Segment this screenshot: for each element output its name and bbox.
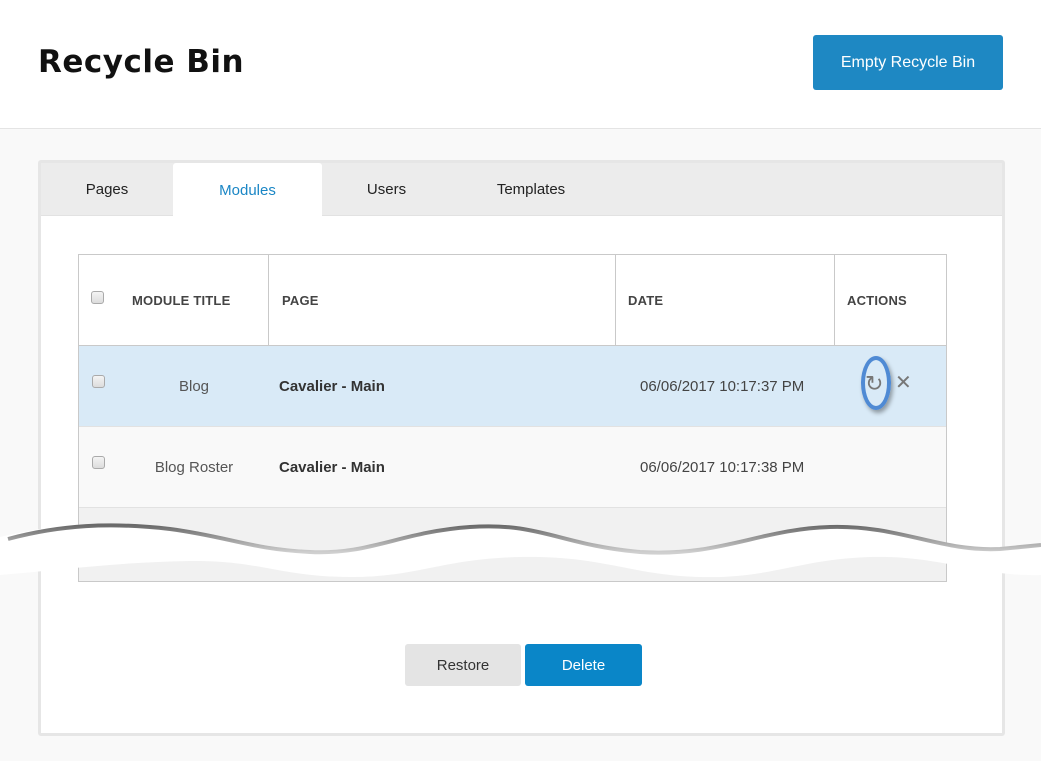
- table-truncated-area: [79, 508, 946, 581]
- select-all-checkbox[interactable]: [91, 291, 104, 304]
- restore-button[interactable]: Restore: [405, 644, 521, 686]
- page-title: Recycle Bin: [38, 44, 245, 80]
- module-date: 06/06/2017 10:17:37 PM: [640, 377, 805, 395]
- table-header: MODULE TITLE PAGE DATE ACTIONS: [79, 255, 946, 346]
- recycle-bin-panel: Pages Modules Users Templates MODULE TIT…: [38, 160, 1005, 736]
- tab-modules[interactable]: Modules: [173, 163, 322, 217]
- table-row[interactable]: Blog Cavalier - Main 06/06/2017 10:17:37…: [79, 346, 946, 427]
- modules-table: MODULE TITLE PAGE DATE ACTIONS Blog Cava…: [78, 254, 947, 582]
- module-title: Blog Roster: [154, 458, 234, 476]
- tab-bar: Pages Modules Users Templates: [41, 163, 1002, 217]
- page-header: Recycle Bin Empty Recycle Bin: [0, 0, 1041, 129]
- module-page: Cavalier - Main: [279, 377, 385, 395]
- delete-icon[interactable]: ✕: [895, 373, 912, 393]
- module-page: Cavalier - Main: [279, 458, 385, 476]
- column-header-actions: ACTIONS: [834, 255, 946, 345]
- module-title: Blog: [178, 377, 210, 395]
- column-header-module-title[interactable]: MODULE TITLE: [132, 255, 267, 345]
- delete-button[interactable]: Delete: [525, 644, 642, 686]
- module-date: 06/06/2017 10:17:38 PM: [640, 458, 805, 476]
- column-header-page[interactable]: PAGE: [268, 255, 615, 345]
- empty-recycle-bin-button[interactable]: Empty Recycle Bin: [813, 35, 1003, 90]
- restore-icon[interactable]: ↻: [865, 373, 883, 395]
- tab-users[interactable]: Users: [322, 163, 451, 216]
- tab-templates[interactable]: Templates: [451, 163, 611, 216]
- tab-pages[interactable]: Pages: [41, 163, 173, 216]
- row-checkbox[interactable]: [92, 456, 105, 469]
- column-header-date[interactable]: DATE: [615, 255, 834, 345]
- table-row[interactable]: Blog Roster Cavalier - Main 06/06/2017 1…: [79, 427, 946, 508]
- row-checkbox[interactable]: [92, 375, 105, 388]
